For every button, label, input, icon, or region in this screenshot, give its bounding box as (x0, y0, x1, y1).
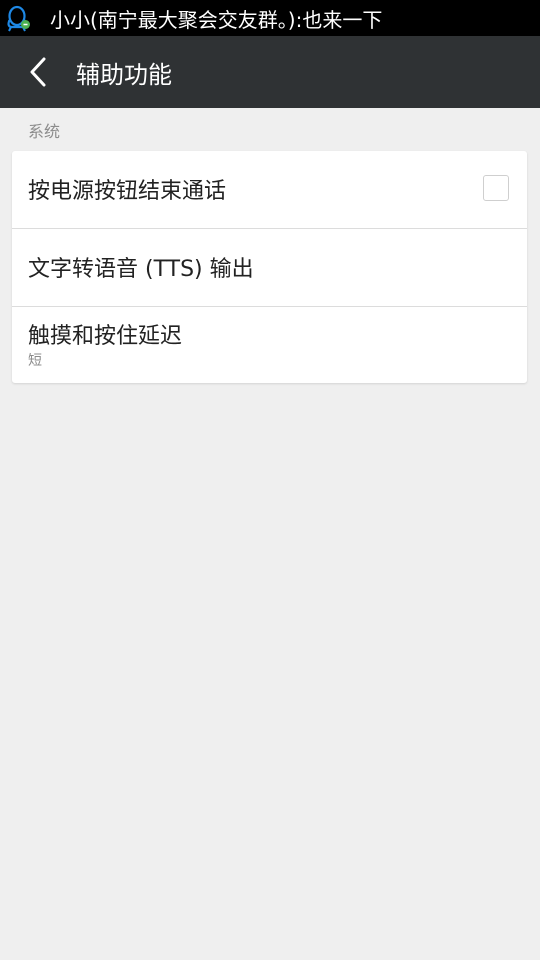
setting-touch-hold-delay[interactable]: 触摸和按住延迟 短 (12, 307, 527, 383)
setting-label: 按电源按钮结束通话 (28, 179, 227, 204)
back-button[interactable] (0, 36, 76, 108)
page-title: 辅助功能 (76, 60, 172, 89)
setting-power-button-ends-call[interactable]: 按电源按钮结束通话 (12, 151, 527, 229)
settings-card: 按电源按钮结束通话 文字转语音 (TTS) 输出 触摸和按住延迟 短 (12, 151, 527, 383)
setting-summary: 短 (28, 353, 42, 369)
app-bar: 辅助功能 (0, 36, 540, 108)
power-button-ends-call-checkbox[interactable] (483, 175, 509, 201)
qq-penguin-icon (0, 0, 36, 36)
setting-label: 文字转语音 (TTS) 输出 (28, 257, 254, 282)
setting-tts-output[interactable]: 文字转语音 (TTS) 输出 (12, 229, 527, 307)
status-bar: 小小(南宁最大聚会交友群。):也来一下 (0, 0, 540, 36)
chevron-left-icon (30, 57, 46, 87)
section-header-system: 系统 (28, 122, 61, 141)
notification-ticker: 小小(南宁最大聚会交友群。):也来一下 (50, 7, 383, 32)
setting-label: 触摸和按住延迟 (28, 324, 183, 349)
